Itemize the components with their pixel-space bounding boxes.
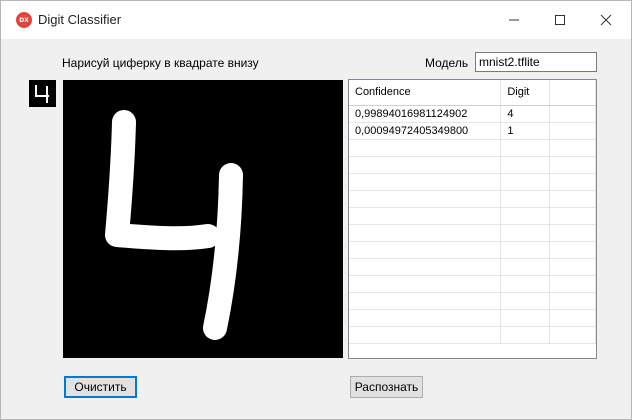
- empty-row: [349, 275, 596, 293]
- empty-row: [349, 258, 596, 276]
- confidence-cell: 0,99894016981124902: [349, 105, 502, 123]
- maximize-button[interactable]: [537, 1, 583, 39]
- empty-row: [349, 326, 596, 344]
- empty-row: [349, 241, 596, 259]
- close-button[interactable]: [583, 1, 629, 39]
- empty-row: [349, 173, 596, 191]
- maximize-icon: [555, 15, 565, 25]
- table-row[interactable]: 0,00094972405349800 1: [349, 122, 596, 140]
- title-bar[interactable]: DX Digit Classifier: [1, 1, 631, 39]
- empty-cell: [549, 105, 596, 123]
- results-grid[interactable]: Confidence Digit 0,99894016981124902 4 0…: [348, 79, 597, 359]
- clear-button[interactable]: Очистить: [64, 376, 137, 398]
- app-window: DX Digit Classifier Нарисуй циферку в кв…: [0, 0, 632, 420]
- results-table: Confidence Digit 0,99894016981124902 4 0…: [349, 80, 596, 344]
- minimize-icon: [509, 19, 519, 21]
- column-header-digit[interactable]: Digit: [500, 80, 551, 106]
- digit-preview: 4: [29, 80, 56, 107]
- empty-row: [349, 292, 596, 310]
- column-header-confidence[interactable]: Confidence: [349, 80, 502, 106]
- empty-row: [349, 156, 596, 174]
- dx-app-icon: DX: [16, 12, 32, 28]
- confidence-cell: 0,00094972405349800: [349, 122, 502, 140]
- results-header-row: Confidence Digit: [349, 80, 596, 106]
- minimize-button[interactable]: [491, 1, 537, 39]
- digit-cell: 4: [500, 105, 551, 123]
- empty-row: [349, 309, 596, 327]
- recognize-button[interactable]: Распознать: [350, 376, 423, 398]
- window-title: Digit Classifier: [38, 12, 122, 27]
- empty-cell: [549, 122, 596, 140]
- empty-row: [349, 207, 596, 225]
- empty-row: [349, 139, 596, 157]
- close-icon: [600, 14, 612, 26]
- empty-row: [349, 224, 596, 242]
- empty-row: [349, 190, 596, 208]
- digit-cell: 1: [500, 122, 551, 140]
- draw-prompt-label: Нарисуй циферку в квадрате внизу: [62, 56, 259, 70]
- model-input[interactable]: [475, 52, 597, 72]
- table-row[interactable]: 0,99894016981124902 4: [349, 105, 596, 123]
- column-header-empty: [549, 80, 596, 106]
- drawing-canvas[interactable]: 4: [63, 80, 343, 358]
- model-label: Модель: [425, 56, 469, 70]
